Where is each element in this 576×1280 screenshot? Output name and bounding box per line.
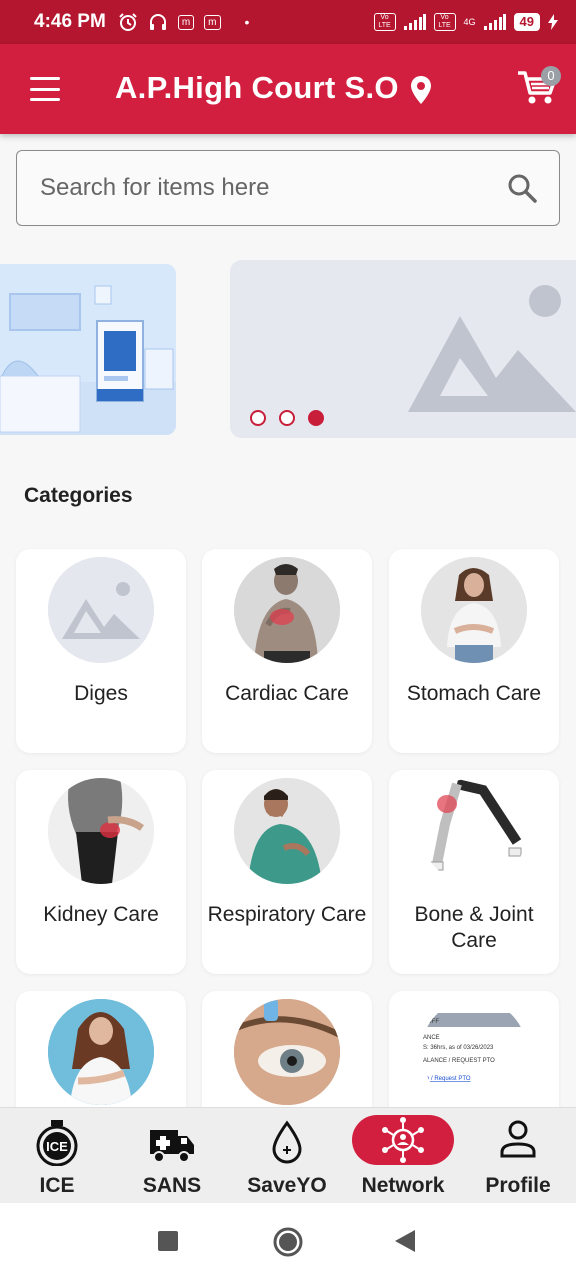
nav-profile[interactable]: Profile [468,1108,568,1204]
nav-saveyo[interactable]: SaveYO [237,1108,337,1204]
location-pin-icon[interactable] [409,76,433,104]
status-bar: 4:46 PM m m • Vo LTE Vo LTE 4G 49 [0,0,576,44]
nav-label: Network [361,1174,445,1197]
status-right: Vo LTE Vo LTE 4G 49 [373,13,558,31]
category-image-placeholder [48,557,154,663]
doc-line-3: S: 36hrs, as of 03/26/2023 [423,1045,494,1051]
battery-level: 49 [513,13,540,31]
nav-network[interactable]: Network [353,1108,453,1204]
doc-line-4: ALANCE / REQUEST PTO [423,1058,495,1064]
category-image-document: OFF ANCE S: 36hrs, as of 03/26/2023 ALAN… [421,999,527,1105]
category-card-respiratory[interactable]: Respiratory Care [202,770,372,974]
ambulance-icon [150,1130,194,1163]
categories-heading: Categories [24,484,133,507]
nav-label: SANS [142,1174,202,1197]
category-image-cardiac [234,557,340,663]
carousel-dot[interactable] [279,410,295,426]
category-image-stomach [421,557,527,663]
lab-illustration [0,264,176,435]
status-time: 4:46 PM [34,11,106,32]
status-m-icon: m [204,14,221,30]
category-label: Kidney Care [43,903,159,926]
ice-icon: ICE [36,1120,78,1166]
carousel-dot[interactable] [250,410,266,426]
volte-badge: Vo LTE [373,13,396,31]
signal-icon [483,14,506,30]
doc-line-2: ANCE [423,1035,440,1041]
menu-icon-line [30,98,60,101]
carousel-dot-active[interactable] [308,410,324,426]
system-navigation-bar [0,1203,576,1280]
charging-icon [548,14,558,30]
category-label: Stomach Care [406,682,542,705]
category-label: Diges [74,682,128,705]
category-image-kidney [48,778,154,884]
category-card-diges[interactable]: Diges [16,549,186,753]
banner-slide-lab[interactable] [0,264,176,435]
category-image-bone-joint [421,778,527,884]
category-label: Respiratory Care [207,903,367,926]
app-bar: A.P.High Court S.O [0,44,576,134]
search-icon[interactable] [507,173,537,203]
nav-ice[interactable]: ICE ICE [7,1108,107,1204]
headphones-icon [149,14,166,30]
doc-line-1: OFF [427,1019,439,1025]
search-box[interactable] [16,150,560,226]
nav-sans[interactable]: SANS [122,1108,222,1204]
category-card-stomach[interactable]: Stomach Care [389,549,559,753]
network-icon [382,1117,424,1163]
menu-icon-line [30,77,60,80]
doc-line-5: ce / Request PTO [423,1076,471,1082]
category-card-cardiac[interactable]: Cardiac Care [202,549,372,753]
status-indicators: m m • [118,12,250,32]
category-image-women [48,999,154,1105]
alarm-icon [119,13,137,31]
svg-text:ICE: ICE [46,1139,68,1154]
blood-drop-icon [272,1120,302,1164]
home-button[interactable] [273,1227,303,1257]
person-icon [500,1120,536,1158]
category-image-eye [234,999,340,1105]
network-type: 4G [463,17,476,27]
menu-icon-line [30,87,60,91]
back-button[interactable] [395,1230,415,1252]
menu-button[interactable] [30,77,60,101]
status-m-icon: m [177,14,195,30]
category-label: Cardiac Care [225,682,349,705]
category-card-bone-joint[interactable]: Bone & Joint Care [389,770,559,974]
status-dot: • [244,14,250,30]
location-title[interactable]: A.P.High Court S.O [115,70,399,106]
signal-icon [403,14,426,30]
nav-label: Profile [485,1174,551,1197]
cart-count-badge: 0 [541,66,561,86]
bottom-navigation: ICE ICE SANS SaveYO Network Profile [0,1107,576,1203]
recents-button[interactable] [158,1231,178,1251]
nav-label: SaveYO [247,1174,327,1197]
category-card-kidney[interactable]: Kidney Care [16,770,186,974]
carousel-indicators [250,410,324,426]
nav-label: ICE [39,1174,75,1197]
category-label: Bone & Joint Care [414,903,534,952]
search-input[interactable] [40,174,480,202]
volte-badge: Vo LTE [433,13,456,31]
category-image-respiratory [234,778,340,884]
